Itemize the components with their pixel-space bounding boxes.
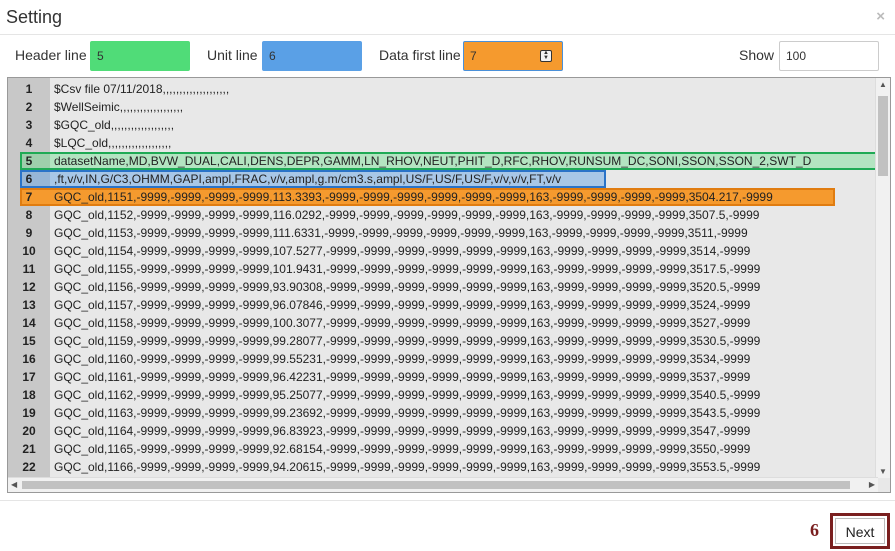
line-number: 6 [25, 172, 33, 186]
header-line-input[interactable]: 5 [90, 41, 190, 71]
csv-line: 11 GQC_old,1155,-9999,-9999,-9999,-9999,1… [8, 260, 878, 278]
line-text: GQC_old,1161,-9999,-9999,-9999,-9999,96.… [54, 370, 751, 384]
dialog-title: Setting [6, 7, 63, 27]
line-text: GQC_old,1158,-9999,-9999,-9999,-9999,100… [54, 316, 751, 330]
header-line-label: Header line [15, 47, 87, 63]
line-number: 7 [25, 190, 33, 204]
line-number: 8 [25, 208, 33, 222]
stepper-icon[interactable]: ▲ ▼ [540, 50, 552, 62]
header-line-value: 5 [97, 49, 104, 63]
show-value: 100 [786, 49, 807, 63]
close-icon[interactable]: × [876, 8, 885, 25]
line-number: 1 [25, 82, 33, 96]
line-number: 16 [22, 352, 36, 366]
line-number: 9 [25, 226, 33, 240]
scroll-up-icon[interactable]: ▲ [879, 80, 887, 89]
line-number: 10 [22, 244, 36, 258]
line-number: 18 [22, 388, 36, 402]
csv-lines: 1 $Csv file 07/11/2018,,,,,,,,,,,,,,,,,,,… [8, 80, 880, 476]
line-text: GQC_old,1154,-9999,-9999,-9999,-9999,107… [54, 244, 751, 258]
data-first-line-label: Data first line [379, 47, 461, 63]
line-text: GQC_old,1162,-9999,-9999,-9999,-9999,95.… [54, 388, 761, 402]
line-number: 13 [22, 298, 36, 312]
line-text: GQC_old,1163,-9999,-9999,-9999,-9999,99.… [54, 406, 761, 420]
scroll-left-icon[interactable]: ◀ [11, 480, 17, 489]
data-first-line-value: 7 [470, 49, 477, 63]
line-text: GQC_old,1164,-9999,-9999,-9999,-9999,96.… [54, 424, 751, 438]
line-text: $Csv file 07/11/2018,,,,,,,,,,,,,,,,,,,, [54, 82, 230, 96]
line-text: GQC_old,1152,-9999,-9999,-9999,-9999,116… [54, 208, 760, 222]
next-button[interactable]: Next [835, 518, 885, 544]
line-number: 17 [22, 370, 36, 384]
horizontal-scroll-thumb[interactable] [22, 481, 850, 489]
line-text: $GQC_old,,,,,,,,,,,,,,,,,,, [54, 118, 175, 132]
csv-line: 12 GQC_old,1156,-9999,-9999,-9999,-9999,9… [8, 278, 878, 296]
line-text: GQC_old,1156,-9999,-9999,-9999,-9999,93.… [54, 280, 761, 294]
csv-line: 5 datasetName,MD,BVW_DUAL,CALI,DENS,DEPR,… [8, 152, 880, 170]
horizontal-scrollbar[interactable]: ◀ ▶ [8, 477, 878, 492]
line-number: 22 [22, 460, 36, 474]
csv-line: 6 ,ft,v/v,IN,G/C3,OHMM,GAPI,ampl,FRAC,v/v… [8, 170, 878, 188]
line-text: $WellSeimic,,,,,,,,,,,,,,,,,,, [54, 100, 184, 114]
show-input[interactable]: 100 [779, 41, 879, 71]
unit-line-value: 6 [269, 49, 276, 63]
csv-line: 20 GQC_old,1164,-9999,-9999,-9999,-9999,9… [8, 422, 878, 440]
line-text: GQC_old,1155,-9999,-9999,-9999,-9999,101… [54, 262, 761, 276]
show-label: Show [739, 47, 775, 63]
scroll-down-icon[interactable]: ▼ [879, 467, 887, 476]
csv-line: 17 GQC_old,1161,-9999,-9999,-9999,-9999,9… [8, 368, 878, 386]
line-text: ,ft,v/v,IN,G/C3,OHMM,GAPI,ampl,FRAC,v/v,… [54, 172, 562, 186]
csv-line: 15 GQC_old,1159,-9999,-9999,-9999,-9999,9… [8, 332, 878, 350]
line-text: datasetName,MD,BVW_DUAL,CALI,DENS,DEPR,G… [54, 154, 812, 168]
csv-line: 3 $GQC_old,,,,,,,,,,,,,,,,,,, [8, 116, 878, 134]
line-number: 14 [22, 316, 36, 330]
line-text: GQC_old,1157,-9999,-9999,-9999,-9999,96.… [54, 298, 751, 312]
line-number: 11 [22, 262, 36, 276]
line-number: 19 [22, 406, 36, 420]
unit-line-label: Unit line [207, 47, 258, 63]
line-text: GQC_old,1159,-9999,-9999,-9999,-9999,99.… [54, 334, 761, 348]
line-number: 4 [25, 136, 33, 150]
csv-line: 7 GQC_old,1151,-9999,-9999,-9999,-9999,11… [8, 188, 878, 206]
line-text: GQC_old,1166,-9999,-9999,-9999,-9999,94.… [54, 460, 761, 474]
csv-line: 2 $WellSeimic,,,,,,,,,,,,,,,,,,, [8, 98, 878, 116]
vertical-scroll-thumb[interactable] [878, 96, 888, 176]
line-number: 5 [25, 154, 33, 168]
csv-preview[interactable]: 1 $Csv file 07/11/2018,,,,,,,,,,,,,,,,,,,… [7, 77, 891, 493]
step-number: 6 [810, 520, 819, 540]
csv-line: 13 GQC_old,1157,-9999,-9999,-9999,-9999,9… [8, 296, 878, 314]
csv-line: 21 GQC_old,1165,-9999,-9999,-9999,-9999,9… [8, 440, 878, 458]
csv-line: 10 GQC_old,1154,-9999,-9999,-9999,-9999,1… [8, 242, 878, 260]
unit-line-input[interactable]: 6 [262, 41, 362, 71]
line-text: GQC_old,1160,-9999,-9999,-9999,-9999,99.… [54, 352, 751, 366]
line-text: $LQC_old,,,,,,,,,,,,,,,,,,, [54, 136, 172, 150]
line-number: 3 [25, 118, 33, 132]
csv-line: 14 GQC_old,1158,-9999,-9999,-9999,-9999,1… [8, 314, 878, 332]
line-text: GQC_old,1153,-9999,-9999,-9999,-9999,111… [54, 226, 748, 240]
line-text: GQC_old,1165,-9999,-9999,-9999,-9999,92.… [54, 442, 751, 456]
line-number: 15 [22, 334, 36, 348]
csv-line: 22 GQC_old,1166,-9999,-9999,-9999,-9999,9… [8, 458, 878, 476]
line-text: GQC_old,1151,-9999,-9999,-9999,-9999,113… [54, 190, 773, 204]
csv-line: 9 GQC_old,1153,-9999,-9999,-9999,-9999,11… [8, 224, 878, 242]
next-button-highlight: Next [830, 513, 890, 549]
dialog-header: Setting × [0, 0, 895, 35]
csv-line: 18 GQC_old,1162,-9999,-9999,-9999,-9999,9… [8, 386, 878, 404]
data-first-line-input[interactable]: 7 ▲ ▼ [463, 41, 563, 71]
csv-line: 1 $Csv file 07/11/2018,,,,,,,,,,,,,,,,,,,… [8, 80, 878, 98]
line-number: 20 [22, 424, 36, 438]
line-number: 21 [22, 442, 36, 456]
csv-line: 4 $LQC_old,,,,,,,,,,,,,,,,,,, [8, 134, 878, 152]
csv-line: 19 GQC_old,1163,-9999,-9999,-9999,-9999,9… [8, 404, 878, 422]
csv-line: 16 GQC_old,1160,-9999,-9999,-9999,-9999,9… [8, 350, 878, 368]
line-number: 12 [22, 280, 36, 294]
line-number: 2 [25, 100, 33, 114]
vertical-scrollbar[interactable]: ▲ ▼ [875, 78, 890, 478]
csv-line: 8 GQC_old,1152,-9999,-9999,-9999,-9999,11… [8, 206, 878, 224]
dialog-footer: 6 Next [0, 500, 895, 551]
scroll-right-icon[interactable]: ▶ [869, 480, 875, 489]
line-settings-bar: Header line 5 Unit line 6 Data first lin… [0, 40, 895, 72]
